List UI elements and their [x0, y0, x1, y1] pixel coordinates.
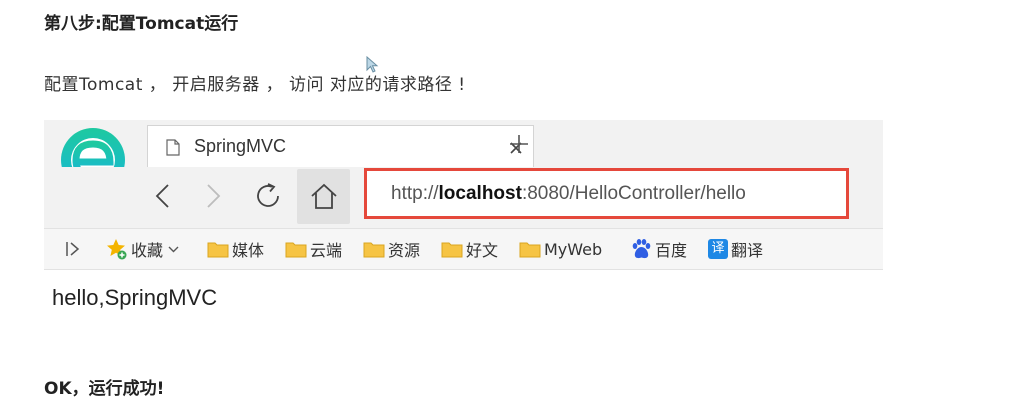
chevron-down-icon[interactable] [168, 246, 179, 253]
bookmark-folder-articles[interactable]: 好文 [441, 237, 498, 261]
folder-icon [363, 242, 385, 258]
folder-icon [441, 242, 463, 258]
folder-icon [207, 242, 229, 258]
folder-icon [519, 242, 541, 258]
result-message: OK，运行成功! [44, 379, 165, 399]
bookmark-label: 好文 [466, 241, 499, 260]
bookmark-label: 收藏 [131, 241, 164, 260]
instruction-paragraph: 配置Tomcat ， 开启服务器 ， 访问 对应的请求路径 ! [44, 75, 466, 95]
translate-icon: 译 [708, 239, 728, 259]
browser-tab[interactable]: SpringMVC [147, 125, 534, 167]
url-text: http://localhost:8080/HelloController/he… [391, 183, 746, 204]
step-heading: 第八步:配置Tomcat运行 [44, 14, 239, 34]
bookmark-label: 翻译 [731, 241, 764, 260]
bookmark-label: 媒体 [232, 241, 265, 260]
bookmark-label: 百度 [655, 241, 688, 260]
home-icon [311, 183, 337, 209]
bookmark-translate[interactable]: 译 翻译 [708, 237, 763, 261]
page-icon [166, 139, 180, 156]
refresh-icon[interactable] [253, 181, 283, 211]
page-response-text: hello,SpringMVC [52, 285, 218, 310]
bookmark-folder-resources[interactable]: 资源 [363, 237, 420, 261]
address-bar[interactable]: http://localhost:8080/HelloController/he… [364, 168, 849, 219]
bookmarks-bar: 收藏 媒体 云端 资源 好文 MyWeb 百度 译 翻译 [44, 228, 883, 270]
browser-title-bar: SpringMVC [44, 120, 883, 206]
mouse-cursor-icon [366, 56, 379, 73]
bookmark-folder-media[interactable]: 媒体 [207, 237, 264, 261]
bookmark-baidu[interactable]: 百度 [630, 237, 687, 261]
browser-screenshot: SpringMVC http://localhost:8080/HelloCon… [44, 120, 883, 358]
star-icon [107, 239, 127, 260]
tab-title: SpringMVC [194, 136, 287, 156]
home-button[interactable] [297, 169, 350, 224]
bookmark-folder-cloud[interactable]: 云端 [285, 237, 342, 261]
bookmark-label: 资源 [388, 241, 421, 260]
bookmark-folder-myweb[interactable]: MyWeb [519, 237, 602, 261]
sidebar-toggle-icon[interactable] [66, 241, 80, 257]
bookmark-favorites[interactable]: 收藏 [106, 237, 182, 261]
forward-arrow-icon[interactable] [206, 183, 222, 209]
back-arrow-icon[interactable] [154, 183, 170, 209]
new-tab-plus-icon[interactable] [509, 134, 529, 154]
folder-icon [285, 242, 307, 258]
bookmark-label: MyWeb [544, 239, 603, 259]
baidu-paw-icon [632, 239, 651, 259]
bookmark-label: 云端 [310, 241, 343, 260]
